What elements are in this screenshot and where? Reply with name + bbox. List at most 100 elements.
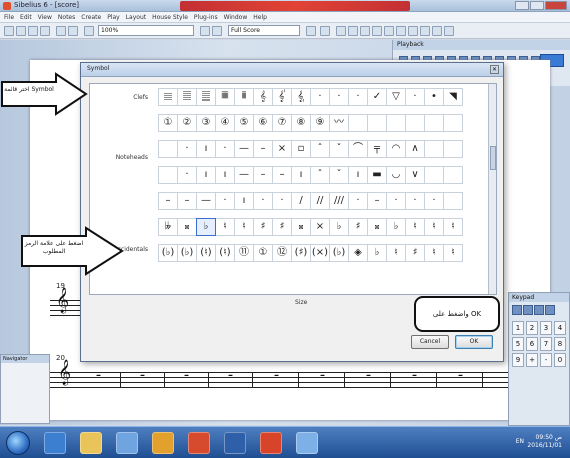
view-icon[interactable] <box>200 26 210 36</box>
transport-icon[interactable] <box>396 26 406 36</box>
maximize-button[interactable] <box>530 1 544 10</box>
symbol-cell[interactable]: · <box>215 140 235 158</box>
symbol-cell[interactable]: ◠ <box>386 140 406 158</box>
redo-icon[interactable] <box>68 26 78 36</box>
help-icon[interactable] <box>320 26 330 36</box>
symbol-cell[interactable]: ∨ <box>405 166 425 184</box>
symbol-cell[interactable]: ⑥ <box>253 114 273 132</box>
symbol-cell[interactable]: ♭ <box>367 244 387 262</box>
symbol-cell[interactable]: ◈ <box>348 244 368 262</box>
symbol-cell[interactable]: ◥ <box>443 88 463 106</box>
symbol-cell[interactable]: – <box>253 140 273 158</box>
minimize-button[interactable] <box>515 1 529 10</box>
symbol-cell[interactable]: • <box>424 88 444 106</box>
symbol-cell[interactable]: ♯ <box>348 218 368 236</box>
symbol-cell[interactable]: · <box>348 192 368 210</box>
keypad-key[interactable]: 4 <box>554 321 566 335</box>
ie-icon[interactable] <box>44 432 66 454</box>
symbol-cell[interactable]: – <box>158 192 178 210</box>
symbol-cell[interactable]: 𝄪 <box>291 218 311 236</box>
symbol-cell[interactable] <box>424 166 444 184</box>
symbol-cell[interactable]: (♮) <box>196 244 216 262</box>
symbol-cell[interactable]: ⑫ <box>272 244 292 262</box>
keypad-key[interactable]: 6 <box>526 337 538 351</box>
symbol-cell[interactable]: ♮ <box>234 218 254 236</box>
symbol-cell[interactable]: ♭ <box>196 218 216 236</box>
powerpoint-icon[interactable] <box>260 432 282 454</box>
symbol-cell[interactable]: ② <box>177 114 197 132</box>
symbol-cell[interactable]: 𝄚 <box>177 88 197 106</box>
video-icon[interactable] <box>372 26 382 36</box>
menu-view[interactable]: View <box>38 14 52 21</box>
menu-play[interactable]: Play <box>107 14 120 21</box>
symbol-cell[interactable]: ♯ <box>272 218 292 236</box>
symbol-cell[interactable]: – <box>253 166 273 184</box>
symbol-cell[interactable]: /// <box>329 192 349 210</box>
symbol-cell[interactable]: · <box>424 192 444 210</box>
folder-icon[interactable] <box>80 432 102 454</box>
symbol-cell[interactable]: ⑨ <box>310 114 330 132</box>
symbol-cell[interactable]: 𝄜 <box>215 88 235 106</box>
symbol-cell[interactable]: · <box>405 88 425 106</box>
menu-plugins[interactable]: Plug-ins <box>194 14 218 21</box>
properties-icon[interactable] <box>420 26 430 36</box>
symbol-cell[interactable] <box>443 114 463 132</box>
whole-rest-icon[interactable]: – <box>458 370 463 381</box>
whole-rest-icon[interactable]: – <box>320 370 325 381</box>
symbol-cell[interactable]: ▽ <box>386 88 406 106</box>
symbol-cell[interactable]: ˇ <box>329 166 349 184</box>
symbol-cell[interactable]: ♮ <box>443 218 463 236</box>
symbol-cell[interactable] <box>443 192 463 210</box>
symbol-cell[interactable]: ▬ <box>367 166 387 184</box>
zoom-combo[interactable]: 100% <box>98 25 194 36</box>
symbol-cell[interactable]: ╤ <box>367 140 387 158</box>
symbol-cell[interactable]: · <box>310 88 330 106</box>
symbol-cell[interactable]: ı <box>291 166 311 184</box>
save-icon[interactable] <box>28 26 38 36</box>
ideas-icon[interactable] <box>408 26 418 36</box>
whole-rest-icon[interactable]: – <box>412 370 417 381</box>
keypad-key[interactable]: 2 <box>526 321 538 335</box>
menu-create[interactable]: Create <box>81 14 101 21</box>
symbol-cell[interactable]: × <box>272 140 292 158</box>
symbol-cell[interactable]: ı <box>196 166 216 184</box>
menu-layout[interactable]: Layout <box>126 14 146 21</box>
symbol-cell[interactable]: ♮ <box>405 218 425 236</box>
whole-rest-icon[interactable]: – <box>366 370 371 381</box>
symbol-cell[interactable]: ♭ <box>329 218 349 236</box>
whole-rest-icon[interactable]: – <box>274 370 279 381</box>
symbol-cell[interactable]: ˆ <box>310 140 330 158</box>
menu-house-style[interactable]: House Style <box>152 14 188 21</box>
whole-rest-icon[interactable]: – <box>96 370 101 381</box>
symbol-cell[interactable]: × <box>310 218 330 236</box>
symbol-cell[interactable]: ① <box>158 114 178 132</box>
symbol-cell[interactable]: · <box>329 88 349 106</box>
symbol-cell[interactable] <box>424 114 444 132</box>
symbol-cell[interactable]: · <box>405 192 425 210</box>
symbol-cell[interactable]: — <box>234 166 254 184</box>
whole-rest-icon[interactable]: – <box>140 370 145 381</box>
symbol-cell[interactable]: ⑪ <box>234 244 254 262</box>
symbol-cell[interactable]: ˆ <box>310 166 330 184</box>
symbol-cell[interactable] <box>367 114 387 132</box>
tool-icon[interactable] <box>432 26 442 36</box>
symbol-cell[interactable]: — <box>196 192 216 210</box>
symbol-cell[interactable]: 𝄙 <box>158 88 178 106</box>
symbol-cell[interactable]: (♭) <box>177 244 197 262</box>
symbol-cell[interactable]: ı <box>348 166 368 184</box>
symbol-cell[interactable]: · <box>386 192 406 210</box>
keypad-key[interactable]: - <box>540 353 552 367</box>
menu-help[interactable]: Help <box>253 14 267 21</box>
keypad-icon[interactable] <box>348 26 358 36</box>
keypad-key[interactable]: 8 <box>554 337 566 351</box>
menu-file[interactable]: File <box>4 14 14 21</box>
tray-language[interactable]: EN <box>516 438 524 445</box>
symbol-cell[interactable]: // <box>310 192 330 210</box>
symbol-cell[interactable]: ı <box>215 166 235 184</box>
mixer-icon[interactable] <box>360 26 370 36</box>
symbol-cell[interactable]: · <box>253 192 273 210</box>
cancel-button[interactable]: Cancel <box>411 335 449 349</box>
symbol-cell[interactable]: ① <box>253 244 273 262</box>
symbol-cell[interactable]: (×) <box>310 244 330 262</box>
keypad-tab-4[interactable] <box>545 305 555 315</box>
